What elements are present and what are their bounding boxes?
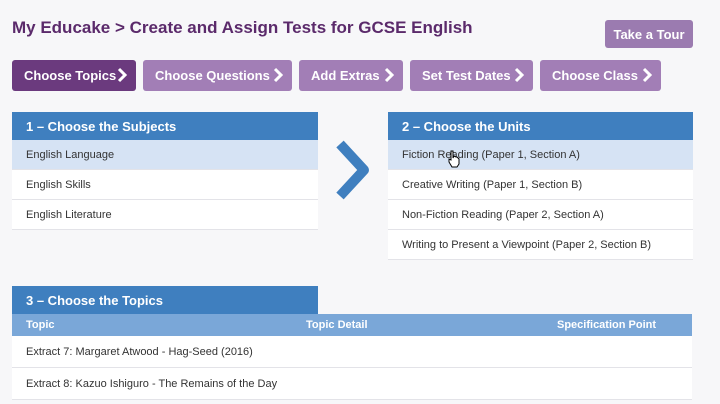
chevron-right-icon [514,67,525,83]
chevron-right-icon [384,67,395,83]
chevron-right-icon [642,67,653,83]
unit-item[interactable]: Writing to Present a Viewpoint (Paper 2,… [388,230,693,260]
column-header-topic[interactable]: Topic [26,319,55,331]
chevron-right-icon [273,67,284,83]
step-label: Choose Topics [24,68,117,83]
units-panel-header: 2 – Choose the Units [388,112,693,140]
subject-item[interactable]: English Language [12,140,318,170]
chevron-right-icon [336,140,369,200]
column-header-specification-point[interactable]: Specification Point [557,319,656,331]
subjects-panel-header: 1 – Choose the Subjects [12,112,318,140]
units-list: Fiction Reading (Paper 1, Section A) Cre… [388,140,693,260]
unit-item[interactable]: Creative Writing (Paper 1, Section B) [388,170,693,200]
topic-row[interactable]: Extract 8: Kazuo Ishiguro - The Remains … [12,368,692,400]
subject-item[interactable]: English Literature [12,200,318,230]
step-label: Choose Questions [155,68,270,83]
topics-list: Extract 7: Margaret Atwood - Hag-Seed (2… [12,336,692,400]
step-choose-questions[interactable]: Choose Questions [143,60,292,91]
subject-item[interactable]: English Skills [12,170,318,200]
step-label: Choose Class [552,68,638,83]
hand-cursor-icon [448,150,460,168]
unit-item[interactable]: Non-Fiction Reading (Paper 2, Section A) [388,200,693,230]
column-header-topic-detail[interactable]: Topic Detail [306,319,368,331]
step-label: Set Test Dates [422,68,511,83]
step-label: Add Extras [311,68,380,83]
subjects-list: English Language English Skills English … [12,140,318,230]
step-choose-class[interactable]: Choose Class [540,60,661,91]
unit-item[interactable]: Fiction Reading (Paper 1, Section A) [388,140,693,170]
step-set-test-dates[interactable]: Set Test Dates [410,60,533,91]
step-add-extras[interactable]: Add Extras [299,60,403,91]
page-title: My Educake > Create and Assign Tests for… [12,18,473,37]
take-a-tour-button[interactable]: Take a Tour [605,20,693,48]
step-choose-topics[interactable]: Choose Topics [12,60,136,91]
topic-row[interactable]: Extract 7: Margaret Atwood - Hag-Seed (2… [12,336,692,368]
topics-panel-header: 3 – Choose the Topics [12,286,318,314]
topics-table-header: Topic Topic Detail Specification Point [12,314,692,336]
chevron-right-icon [117,67,128,83]
